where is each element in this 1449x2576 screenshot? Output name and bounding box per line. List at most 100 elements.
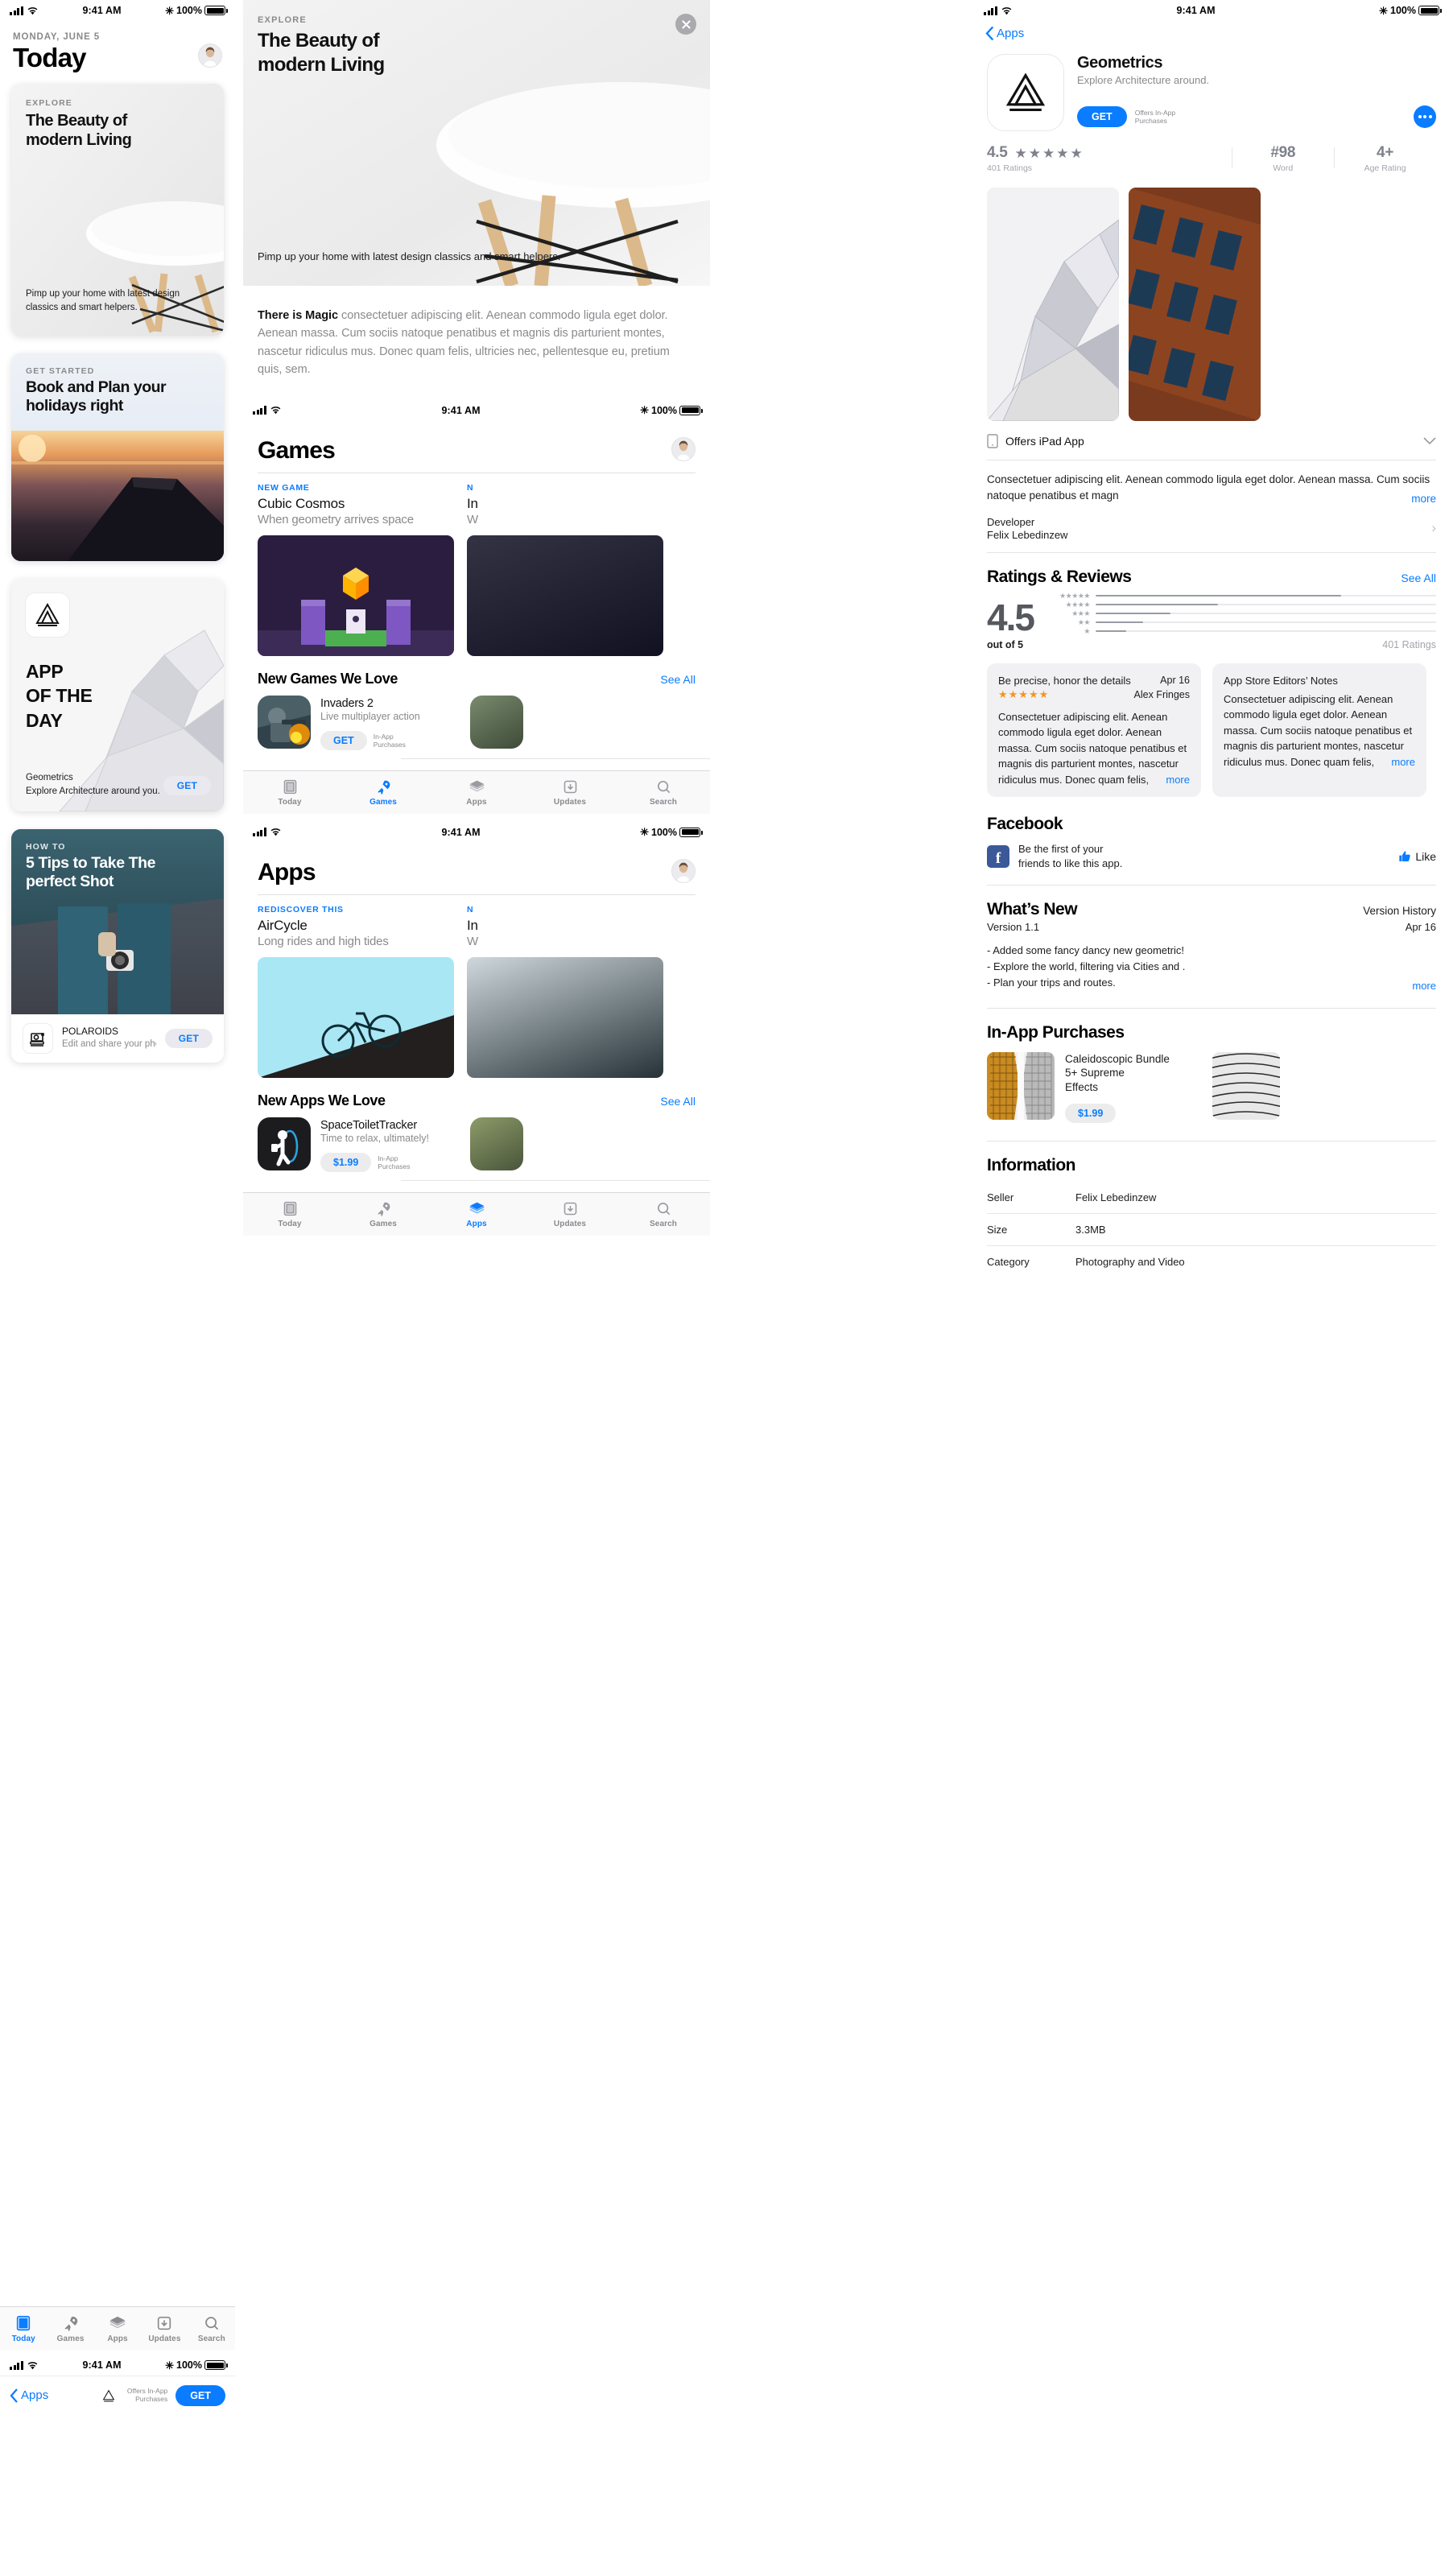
histogram-stars: ★ xyxy=(1084,626,1090,635)
review-card[interactable]: Be precise, honor the details Apr 16 ★★★… xyxy=(987,663,1201,797)
app-icon xyxy=(470,1117,523,1170)
review-more-link[interactable]: more xyxy=(1372,753,1415,770)
tab-today[interactable]: Today xyxy=(243,778,336,807)
app-name: SpaceToiletTracker xyxy=(320,1118,417,1132)
tab-search[interactable]: Search xyxy=(617,1200,710,1228)
tab-today[interactable]: Today xyxy=(243,1200,336,1228)
tab-label: Search xyxy=(197,2334,225,2343)
back-button[interactable]: Apps xyxy=(985,26,1024,41)
stars-icon: ★★★★★ xyxy=(1014,145,1084,161)
battery-percent: 100% xyxy=(176,2359,202,2371)
featured-card[interactable]: N In W xyxy=(467,483,663,656)
version-history-link[interactable]: Version History xyxy=(1363,905,1436,917)
games-featured-row: NEW GAME Cubic Cosmos When geometry arri… xyxy=(243,473,710,656)
get-button[interactable]: GET xyxy=(175,2384,225,2406)
iap-item[interactable]: Caleidoscopic Bundle 5+ Supreme Effects … xyxy=(987,1051,1201,1123)
status-time: 9:41 AM xyxy=(1176,5,1216,16)
avatar[interactable] xyxy=(671,858,696,883)
list-item[interactable]: SpaceToiletTracker Time to relax, ultima… xyxy=(258,1117,459,1172)
battery-percent: 100% xyxy=(176,5,202,16)
apps-header: Apps xyxy=(243,843,710,886)
article-body: There is Magic consectetuer adipiscing e… xyxy=(243,286,710,379)
tab-apps[interactable]: Apps xyxy=(94,2314,141,2343)
list-item[interactable] xyxy=(470,1117,671,1172)
list-item[interactable]: Invaders 2 Live multiplayer action GET I… xyxy=(258,695,459,750)
status-bar-games: 9:41 AM ✳ 100% xyxy=(243,400,710,421)
tab-updates[interactable]: Updates xyxy=(523,1200,617,1228)
card-app-footer[interactable]: POLAROIDS Edit and share your photos GET xyxy=(11,1013,224,1063)
featured-image xyxy=(258,956,454,1078)
tab-label: Games xyxy=(369,797,397,807)
app-name: Geometrics xyxy=(1077,54,1163,72)
get-button[interactable]: GET xyxy=(320,730,367,750)
tab-updates[interactable]: Updates xyxy=(141,2314,188,2343)
battery-icon xyxy=(204,2360,228,2370)
iap-item[interactable] xyxy=(1212,1051,1309,1123)
see-all-link[interactable]: See All xyxy=(1401,572,1436,584)
featured-card[interactable]: NEW GAME Cubic Cosmos When geometry arri… xyxy=(258,483,454,656)
tab-games[interactable]: Games xyxy=(47,2314,93,2343)
reviews-carousel[interactable]: Be precise, honor the details Apr 16 ★★★… xyxy=(974,650,1449,797)
games-rocket-icon xyxy=(377,1202,390,1216)
histogram-stars: ★★★★ xyxy=(1065,600,1091,609)
today-card-how-to[interactable]: HOW TO 5 Tips to Take The perfect Shot P… xyxy=(11,828,224,1063)
card-title: The Beauty of modern Living xyxy=(26,111,132,149)
facebook-like-button[interactable]: Like xyxy=(1398,850,1436,863)
review-title: Be precise, honor the details xyxy=(998,674,1131,687)
today-card-app-of-the-day[interactable]: APP OF THE DAY Geometrics Explore Archit… xyxy=(11,578,224,811)
iap-thumbnail xyxy=(1212,1051,1280,1120)
bluetooth-icon: ✳ xyxy=(165,2359,175,2372)
get-button[interactable]: GET xyxy=(1077,106,1127,127)
tab-search[interactable]: Search xyxy=(617,778,710,807)
more-options-button[interactable] xyxy=(1414,105,1436,128)
featured-image xyxy=(258,535,454,656)
screenshot[interactable] xyxy=(1129,188,1261,421)
see-all-link[interactable]: See All xyxy=(660,1095,696,1108)
iap-price-button[interactable]: $1.99 xyxy=(1065,1103,1117,1123)
article-lead: There is Magic xyxy=(258,309,339,322)
get-button[interactable]: GET xyxy=(164,1028,213,1048)
tab-search[interactable]: Search xyxy=(188,2314,235,2343)
wifi-icon xyxy=(1001,6,1012,14)
tab-apps[interactable]: Apps xyxy=(430,1200,523,1228)
avatar[interactable] xyxy=(198,43,222,68)
updates-download-icon xyxy=(564,1202,576,1216)
tab-games[interactable]: Games xyxy=(336,1200,430,1228)
price-button[interactable]: $1.99 xyxy=(320,1152,372,1172)
review-card[interactable]: App Store Editors’ Notes Consectetuer ad… xyxy=(1212,663,1426,797)
stat-label: Word xyxy=(1273,163,1294,173)
stat-value: 4+ xyxy=(1377,144,1394,161)
featured-image xyxy=(467,956,663,1078)
whats-new-more-link[interactable]: more xyxy=(1393,979,1436,992)
tab-apps[interactable]: Apps xyxy=(430,778,523,807)
screenshot-carousel[interactable] xyxy=(974,173,1449,421)
info-value: 3.3MB xyxy=(1075,1223,1106,1236)
featured-card[interactable]: REDISCOVER THIS AirCycle Long rides and … xyxy=(258,905,454,1078)
review-more-link[interactable]: more xyxy=(1146,771,1190,787)
avatar[interactable] xyxy=(671,436,696,461)
tab-updates[interactable]: Updates xyxy=(523,778,617,807)
list-item[interactable] xyxy=(470,695,671,750)
bluetooth-icon: ✳ xyxy=(640,826,650,839)
iap-carousel[interactable]: Caleidoscopic Bundle 5+ Supreme Effects … xyxy=(987,1042,1436,1123)
today-card-holiday[interactable]: GET STARTED Book and Plan your holidays … xyxy=(11,353,224,561)
get-button[interactable]: GET xyxy=(163,775,211,795)
back-button[interactable]: Apps xyxy=(10,2388,48,2403)
today-card-explore[interactable]: EXPLORE The Beauty of modern Living Pimp… xyxy=(11,83,224,336)
section-title: Information xyxy=(987,1155,1076,1174)
offers-ipad-app-row[interactable]: Offers iPad App xyxy=(974,421,1449,460)
screenshot[interactable] xyxy=(987,188,1119,421)
see-all-link[interactable]: See All xyxy=(660,673,696,686)
developer-row[interactable]: Developer Felix Lebedinzew › xyxy=(974,505,1449,552)
rating-out-of: out of 5 xyxy=(987,638,1024,650)
featured-card[interactable]: N In W xyxy=(467,905,663,1078)
tab-games[interactable]: Games xyxy=(336,778,430,807)
description-more-link[interactable]: more xyxy=(1390,492,1436,505)
tab-label: Apps xyxy=(466,1219,487,1228)
games-rocket-icon xyxy=(377,780,390,795)
tab-label: Updates xyxy=(553,1219,587,1228)
table-row: Category Photography and Video xyxy=(987,1246,1436,1278)
tab-today[interactable]: Today xyxy=(0,2314,47,2343)
battery-icon xyxy=(204,6,228,15)
close-button[interactable] xyxy=(675,14,696,35)
